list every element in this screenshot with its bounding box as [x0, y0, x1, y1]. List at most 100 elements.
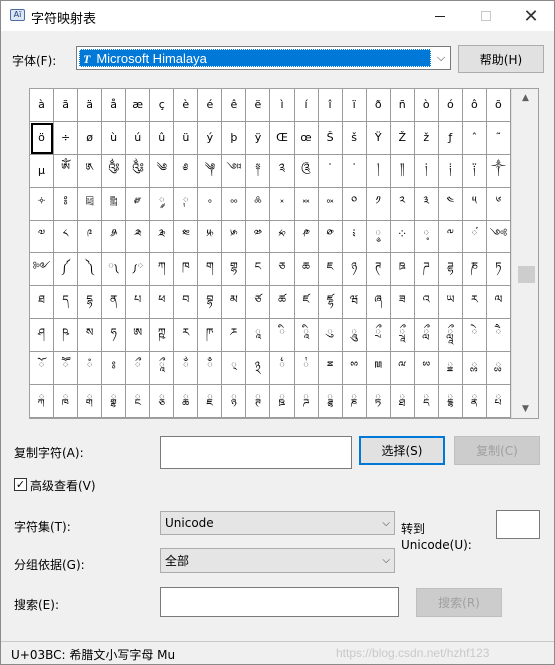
- character-cell[interactable]: ༪: [102, 220, 127, 254]
- character-cell[interactable]: ཎ: [462, 253, 487, 287]
- scroll-down-icon[interactable]: ▼: [512, 400, 539, 418]
- character-cell[interactable]: ཱ: [246, 319, 271, 353]
- character-cell[interactable]: ཛ: [294, 286, 319, 320]
- character-cell[interactable]: ༊: [294, 154, 319, 188]
- character-cell[interactable]: ñ: [390, 89, 415, 122]
- character-cell[interactable]: ˆ: [462, 121, 487, 155]
- scroll-up-icon[interactable]: ▲: [512, 89, 539, 107]
- character-cell[interactable]: ú: [126, 121, 151, 155]
- character-cell[interactable]: ÿ: [246, 121, 271, 155]
- character-cell[interactable]: ༃: [126, 154, 151, 188]
- charset-dropdown[interactable]: Unicode ⌵: [160, 511, 395, 535]
- character-cell[interactable]: ད: [54, 286, 79, 320]
- character-cell[interactable]: µ: [30, 154, 55, 188]
- character-cell[interactable]: ཽ: [54, 352, 79, 386]
- character-cell[interactable]: ྒ: [78, 385, 103, 418]
- character-cell[interactable]: ë: [246, 89, 271, 122]
- character-cell[interactable]: ༂: [102, 154, 127, 188]
- character-cell[interactable]: །: [366, 154, 391, 188]
- character-cell[interactable]: ༒: [486, 154, 511, 188]
- character-cell[interactable]: ལ: [486, 286, 511, 320]
- group-by-dropdown[interactable]: 全部 ⌵: [160, 548, 395, 573]
- character-cell[interactable]: ྛ: [270, 385, 295, 418]
- character-cell[interactable]: ö: [30, 121, 55, 155]
- character-cell[interactable]: ྆: [270, 352, 295, 386]
- copy-characters-input[interactable]: [160, 436, 352, 469]
- character-cell[interactable]: ཻ: [486, 319, 511, 353]
- character-cell[interactable]: ༖: [102, 187, 127, 221]
- character-cell[interactable]: ཊ: [366, 253, 391, 287]
- character-cell[interactable]: ༨: [54, 220, 79, 254]
- character-cell[interactable]: གྷ: [222, 253, 247, 287]
- character-cell[interactable]: ༟: [318, 187, 343, 221]
- character-cell[interactable]: ༵: [366, 220, 391, 254]
- character-cell[interactable]: ཇ: [318, 253, 343, 287]
- character-cell[interactable]: ༲: [294, 220, 319, 254]
- character-cell[interactable]: ི: [270, 319, 295, 353]
- character-cell[interactable]: ༫: [126, 220, 151, 254]
- character-cell[interactable]: ཱི: [294, 319, 319, 353]
- character-cell[interactable]: ༷: [414, 220, 439, 254]
- character-cell[interactable]: ༼: [54, 253, 79, 287]
- character-cell[interactable]: ྲྀ: [366, 319, 391, 353]
- character-cell[interactable]: ཌྷ: [438, 253, 463, 287]
- character-cell[interactable]: ྤ: [486, 385, 511, 418]
- character-cell[interactable]: ཐ: [30, 286, 55, 320]
- character-cell[interactable]: ༠: [342, 187, 367, 221]
- character-cell[interactable]: ྟ: [366, 385, 391, 418]
- character-cell[interactable]: ྐ: [30, 385, 55, 418]
- character-cell[interactable]: ོ: [30, 352, 55, 386]
- character-cell[interactable]: ༣: [414, 187, 439, 221]
- advanced-view-label[interactable]: 高级查看(V): [30, 477, 96, 494]
- character-cell[interactable]: ༰: [246, 220, 271, 254]
- character-cell[interactable]: û: [150, 121, 175, 155]
- character-cell[interactable]: ན: [102, 286, 127, 320]
- character-cell[interactable]: í: [294, 89, 319, 122]
- character-cell[interactable]: ༅: [174, 154, 199, 188]
- character-cell[interactable]: ð: [366, 89, 391, 122]
- character-cell[interactable]: à: [30, 89, 55, 122]
- character-cell[interactable]: ༌: [342, 154, 367, 188]
- character-cell[interactable]: ྈ: [318, 352, 343, 386]
- character-cell[interactable]: བྷ: [198, 286, 223, 320]
- character-cell[interactable]: ཥ: [54, 319, 79, 353]
- character-cell[interactable]: ༇: [222, 154, 247, 188]
- character-cell[interactable]: ༴: [342, 220, 367, 254]
- character-cell[interactable]: ÷: [54, 121, 79, 155]
- character-cell[interactable]: ཪ: [174, 319, 199, 353]
- character-cell[interactable]: ྞ: [342, 385, 367, 418]
- character-cell[interactable]: ྀ: [126, 352, 151, 386]
- character-cell[interactable]: ì: [270, 89, 295, 122]
- character-cell[interactable]: ཱུ: [342, 319, 367, 353]
- character-cell[interactable]: ༔: [54, 187, 79, 221]
- character-cell[interactable]: ô: [462, 89, 487, 122]
- character-cell[interactable]: ò: [414, 89, 439, 122]
- character-cell[interactable]: è: [174, 89, 199, 122]
- character-cell[interactable]: ྜྷ: [318, 385, 343, 418]
- character-cell[interactable]: ༦: [486, 187, 511, 221]
- character-cell[interactable]: ༁: [78, 154, 103, 188]
- character-cell[interactable]: ༻: [30, 253, 55, 287]
- advanced-view-checkbox[interactable]: ✓: [14, 478, 27, 491]
- character-cell[interactable]: ༝: [270, 187, 295, 221]
- character-cell[interactable]: ྑ: [54, 385, 79, 418]
- character-cell[interactable]: ༸: [438, 220, 463, 254]
- character-grid[interactable]: à ã ä å æ ç è é ê ë ì í î ï ð ñ ò ó ô õ ö ÷ ø ù ú û ü ý þ ÿ Œœ Šš Ÿ Žž ƒ ˆ ˜…: [30, 89, 511, 418]
- character-cell[interactable]: ཏ: [486, 253, 511, 287]
- character-cell[interactable]: ä: [78, 89, 103, 122]
- character-cell[interactable]: ž: [414, 121, 439, 155]
- font-dropdown[interactable]: T Microsoft Himalaya ⌵: [76, 46, 451, 70]
- character-cell[interactable]: ཕ: [150, 286, 175, 320]
- character-cell[interactable]: འ: [414, 286, 439, 320]
- character-cell[interactable]: õ: [486, 89, 511, 122]
- character-cell[interactable]: ཋ: [390, 253, 415, 287]
- character-cell[interactable]: ༭: [174, 220, 199, 254]
- character-cell[interactable]: ྄: [222, 352, 247, 386]
- character-cell[interactable]: ང: [246, 253, 271, 287]
- character-cell[interactable]: ྇: [294, 352, 319, 386]
- character-cell[interactable]: ྂ: [174, 352, 199, 386]
- character-cell[interactable]: ྣ: [462, 385, 487, 418]
- character-cell[interactable]: ˜: [486, 121, 511, 155]
- character-cell[interactable]: ༞: [294, 187, 319, 221]
- character-cell[interactable]: ཀྵ: [150, 319, 175, 353]
